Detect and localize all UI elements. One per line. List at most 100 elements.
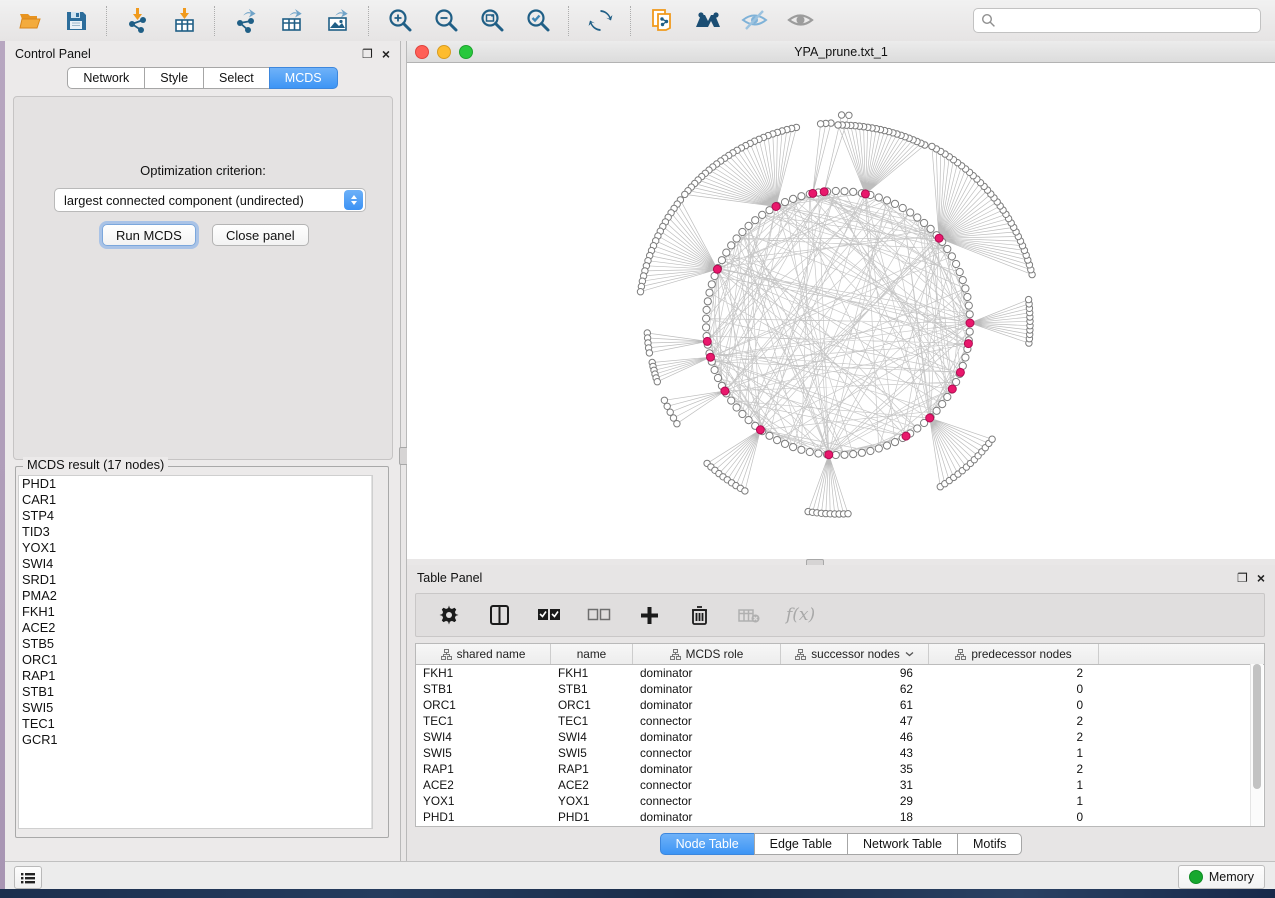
show-columns-icon[interactable] [486,602,512,628]
tab-network-table[interactable]: Network Table [847,833,958,855]
hide-selected-icon[interactable] [738,5,770,37]
column-header-predecessor_nodes[interactable]: predecessor nodes [929,644,1099,664]
table-row[interactable]: STB1STB1dominator620 [416,681,1264,697]
show-all-icon[interactable] [784,5,816,37]
mcds-result-item[interactable]: GCR1 [19,732,372,748]
mcds-result-item[interactable]: RAP1 [19,668,372,684]
close-panel-button[interactable]: Close panel [212,224,309,246]
table-scrollbar[interactable] [1250,664,1263,826]
table-tabs: Node TableEdge TableNetwork TableMotifs [407,833,1275,855]
unselect-all-columns-icon[interactable] [586,602,612,628]
node-table[interactable]: shared namenameMCDS rolesuccessor nodesp… [415,643,1265,827]
column-header-name[interactable]: name [551,644,633,664]
create-column-icon[interactable] [636,602,662,628]
cell-shared_name: TEC1 [416,714,551,728]
cell-predecessor_nodes: 1 [929,794,1099,808]
mcds-result-item[interactable]: YOX1 [19,540,372,556]
column-header-mcds_role[interactable]: MCDS role [633,644,781,664]
run-mcds-button[interactable]: Run MCDS [102,224,196,246]
mcds-result-item[interactable]: SWI4 [19,556,372,572]
export-image-icon[interactable] [322,5,354,37]
network-view-window[interactable]: YPA_prune.txt_1 [407,41,1275,559]
export-table-icon[interactable] [276,5,308,37]
table-scrollbar-thumb[interactable] [1253,664,1261,789]
tab-mcds[interactable]: MCDS [269,67,338,89]
mcds-result-item[interactable]: STP4 [19,508,372,524]
memory-button[interactable]: Memory [1178,865,1265,889]
cell-predecessor_nodes: 1 [929,746,1099,760]
table-row[interactable]: ORC1ORC1dominator610 [416,697,1264,713]
mcds-result-item[interactable]: FKH1 [19,604,372,620]
table-row[interactable]: SWI4SWI4dominator462 [416,729,1264,745]
table-row[interactable]: YOX1YOX1connector291 [416,793,1264,809]
table-row[interactable]: SWI5SWI5connector431 [416,745,1264,761]
mcds-result-item[interactable]: STB1 [19,684,372,700]
copy-network-icon[interactable] [646,5,678,37]
table-row[interactable]: FKH1FKH1dominator962 [416,665,1264,681]
cell-successor_nodes: 62 [781,682,929,696]
tab-edge-table[interactable]: Edge Table [754,833,848,855]
network-search-box[interactable] [973,8,1261,33]
zoom-fit-icon[interactable] [476,5,508,37]
result-scrollbar[interactable] [371,476,373,828]
tab-node-table[interactable]: Node Table [660,833,755,855]
mcds-result-item[interactable]: ORC1 [19,652,372,668]
select-all-columns-icon[interactable] [536,602,562,628]
zoom-out-icon[interactable] [430,5,462,37]
save-session-icon[interactable] [60,5,92,37]
cell-mcds_role: dominator [633,730,781,744]
zoom-in-icon[interactable] [384,5,416,37]
cell-name: TEC1 [551,714,633,728]
column-header-shared_name[interactable]: shared name [416,644,551,664]
cell-mcds_role: connector [633,794,781,808]
tab-network[interactable]: Network [67,67,145,89]
mcds-result-item[interactable]: CAR1 [19,492,372,508]
mcds-result-item[interactable]: PHD1 [19,476,372,492]
main-toolbar [0,0,1275,42]
delete-column-trash-icon[interactable] [686,602,712,628]
task-history-button[interactable] [14,866,42,889]
cell-shared_name: SWI4 [416,730,551,744]
search-input[interactable] [1001,13,1260,29]
tab-motifs[interactable]: Motifs [957,833,1022,855]
tab-style[interactable]: Style [144,67,204,89]
mcds-result-item[interactable]: ACE2 [19,620,372,636]
table-row[interactable]: TEC1TEC1connector472 [416,713,1264,729]
mcds-result-item[interactable]: PMA2 [19,588,372,604]
mcds-result-item[interactable]: SRD1 [19,572,372,588]
mcds-result-list[interactable]: PHD1CAR1STP4TID3YOX1SWI4SRD1PMA2FKH1ACE2… [18,475,373,829]
close-table-panel-icon[interactable]: × [1257,572,1265,584]
cell-shared_name: PHD1 [416,810,551,824]
float-panel-icon[interactable]: ❐ [362,48,373,60]
export-network-icon[interactable] [230,5,262,37]
mcds-result-item[interactable]: TID3 [19,524,372,540]
first-neighbors-icon[interactable] [692,5,724,37]
desktop-wallpaper-bottom [0,889,1275,898]
float-table-panel-icon[interactable]: ❐ [1237,572,1248,584]
table-row[interactable]: RAP1RAP1dominator352 [416,761,1264,777]
apply-layout-icon[interactable] [584,5,616,37]
close-panel-icon[interactable]: × [382,48,390,60]
mcds-result-item[interactable]: TEC1 [19,716,372,732]
column-header-successor_nodes[interactable]: successor nodes [781,644,929,664]
mcds-result-item[interactable]: STB5 [19,636,372,652]
network-canvas[interactable] [407,63,1275,559]
control-panel-tabs: NetworkStyleSelectMCDS [5,67,400,89]
criterion-select[interactable]: largest connected component (undirected) [54,188,366,212]
cell-successor_nodes: 31 [781,778,929,792]
tab-select[interactable]: Select [203,67,270,89]
import-table-icon[interactable] [168,5,200,37]
control-panel: Control Panel ❐ × NetworkStyleSelectMCDS… [5,41,400,861]
function-builder-icon: f(x) [786,605,815,625]
cell-mcds_role: connector [633,778,781,792]
cell-successor_nodes: 46 [781,730,929,744]
table-settings-gear-icon[interactable] [436,602,462,628]
zoom-selected-icon[interactable] [522,5,554,37]
open-session-icon[interactable] [14,5,46,37]
table-row[interactable]: ACE2ACE2connector311 [416,777,1264,793]
table-row[interactable]: PHD1PHD1dominator180 [416,809,1264,825]
memory-label: Memory [1209,870,1254,884]
import-network-icon[interactable] [122,5,154,37]
mcds-result-item[interactable]: SWI5 [19,700,372,716]
delete-table-icon [736,602,762,628]
